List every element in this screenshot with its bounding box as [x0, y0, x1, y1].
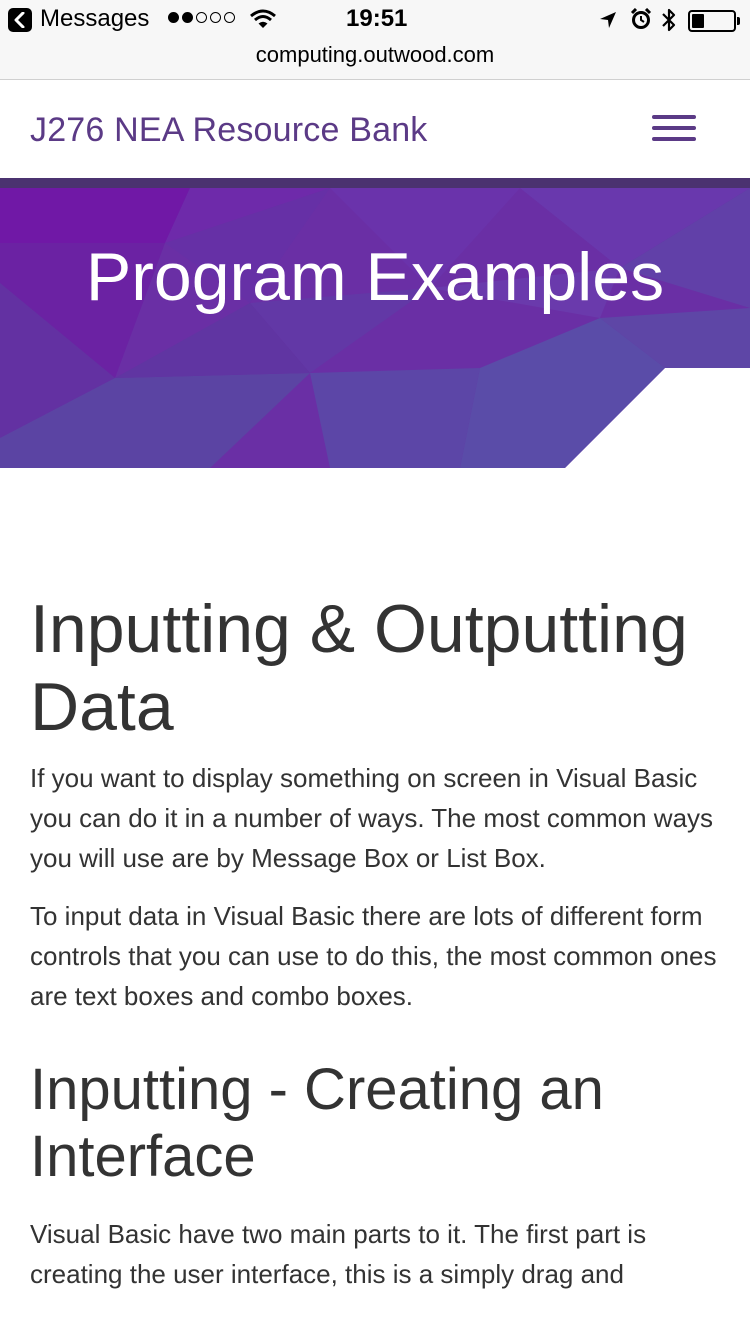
hero-banner: Program Examples	[0, 188, 750, 468]
battery-icon	[688, 10, 740, 32]
location-arrow-icon	[600, 12, 616, 28]
section-heading-creating-interface: Inputting - Creating an Interface	[30, 1057, 604, 1189]
clock-time: 19:51	[346, 5, 408, 32]
bluetooth-icon	[662, 8, 676, 32]
address-bar[interactable]: computing.outwood.com	[0, 40, 750, 80]
hero-title: Program Examples	[85, 239, 665, 315]
hamburger-icon[interactable]	[652, 113, 698, 143]
status-bar: Messages 19:51	[0, 0, 750, 40]
cellular-signal-icon	[168, 12, 235, 23]
site-header: J276 NEA Resource Bank	[0, 80, 750, 178]
paragraph: Visual Basic have two main parts to it. …	[30, 1219, 647, 1289]
paragraph: To input data in Visual Basic there are …	[30, 901, 717, 1011]
hero-background-pattern	[0, 188, 750, 468]
wifi-icon	[250, 9, 276, 28]
section-heading-inputting-outputting: Inputting & Outputting Data	[30, 591, 688, 745]
site-title[interactable]: J276 NEA Resource Bank	[30, 111, 428, 150]
main-content: Inputting & Outputting Data If you want …	[30, 590, 725, 1294]
back-app-label[interactable]: Messages	[40, 5, 149, 33]
back-to-app-icon[interactable]	[8, 8, 32, 32]
url-text[interactable]: computing.outwood.com	[256, 42, 494, 67]
hero-top-border	[0, 178, 750, 188]
alarm-clock-icon	[630, 8, 652, 29]
paragraph: If you want to display something on scre…	[30, 763, 714, 873]
